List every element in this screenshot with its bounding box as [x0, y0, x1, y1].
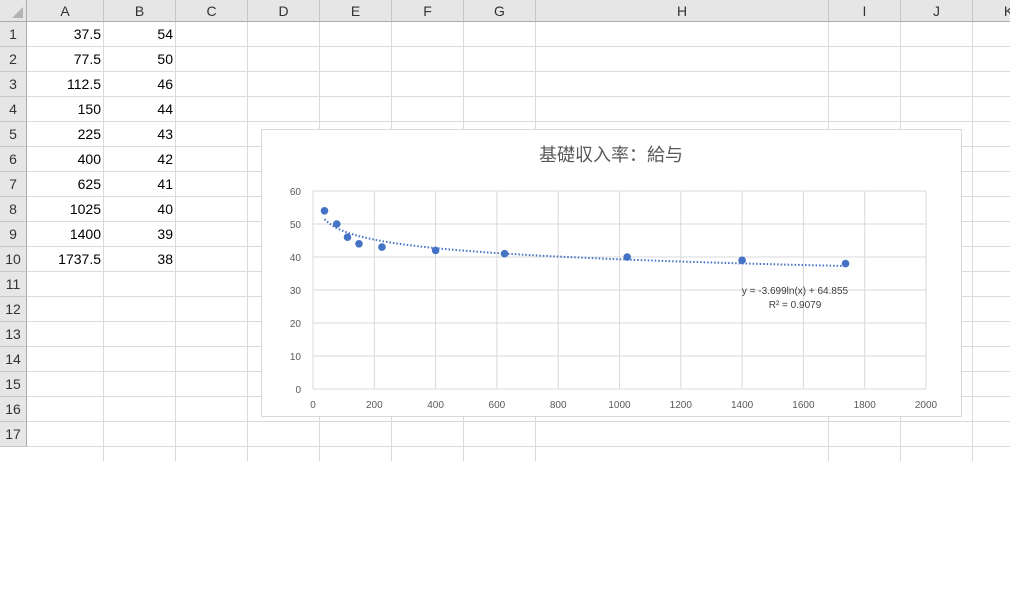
row-header-17[interactable]: 17: [0, 422, 27, 447]
column-header-d[interactable]: D: [248, 0, 320, 22]
y-tick-label: 50: [290, 220, 302, 231]
column-header-i[interactable]: I: [829, 0, 901, 22]
cell-a9[interactable]: 1400: [27, 222, 104, 247]
data-point: [378, 243, 386, 251]
column-header-j[interactable]: J: [901, 0, 973, 22]
row-header-13[interactable]: 13: [0, 322, 27, 347]
y-tick-label: 0: [295, 385, 301, 396]
data-point: [343, 233, 352, 241]
column-header-a[interactable]: A: [27, 0, 104, 22]
select-all-triangle-icon: [12, 7, 23, 18]
row-header-8[interactable]: 8: [0, 197, 27, 222]
row-header-5[interactable]: 5: [0, 122, 27, 147]
y-tick-label: 20: [290, 319, 302, 330]
cell-b3[interactable]: 46: [104, 72, 176, 97]
y-tick-label: 30: [290, 286, 302, 297]
cell-b6[interactable]: 42: [104, 147, 176, 172]
x-tick-label: 1800: [854, 400, 877, 411]
y-tick-label: 60: [290, 187, 302, 198]
data-point: [623, 253, 631, 261]
y-tick-label: 10: [290, 352, 302, 363]
cell-a3[interactable]: 112.5: [27, 72, 104, 97]
data-point: [320, 207, 329, 215]
data-point: [738, 256, 746, 265]
x-tick-label: 1200: [670, 400, 693, 411]
cell-b2[interactable]: 50: [104, 47, 176, 72]
x-tick-label: 2000: [915, 400, 938, 411]
cell-a10[interactable]: 1737.5: [27, 247, 104, 272]
cell-a7[interactable]: 625: [27, 172, 104, 197]
chart-area[interactable]: 基礎収入率：給与 0 10 20 30 40 50 60 0 200 400 600 800 1000 12…: [261, 129, 962, 417]
row-header-14[interactable]: 14: [0, 347, 27, 372]
cell-a6[interactable]: 400: [27, 147, 104, 172]
cell-b9[interactable]: 39: [104, 222, 176, 247]
scatter-chart: 基礎収入率：給与01020304050600 200 400 600 800 1000 12…: [290, 145, 938, 411]
trendline-r-squared: R² = 0.9079: [769, 300, 822, 311]
data-point: [332, 220, 341, 228]
x-tick-label: 0: [310, 400, 316, 411]
cell-b8[interactable]: 40: [104, 197, 176, 222]
column-header-e[interactable]: E: [320, 0, 392, 22]
column-header-c[interactable]: C: [176, 0, 248, 22]
trendline: [323, 218, 846, 267]
cell-a4[interactable]: 150: [27, 97, 104, 122]
select-all-corner[interactable]: [0, 0, 27, 22]
gridline-horizontal: [27, 421, 1010, 422]
row-header-6[interactable]: 6: [0, 147, 27, 172]
trendline-equation: y = -3.699ln(x) + 64.855: [742, 286, 849, 297]
cell-b7[interactable]: 41: [104, 172, 176, 197]
row-header-12[interactable]: 12: [0, 297, 27, 322]
column-header-f[interactable]: F: [392, 0, 464, 22]
cell-a2[interactable]: 77.5: [27, 47, 104, 72]
x-tick-label: 1400: [731, 400, 754, 411]
x-tick-label: 400: [427, 400, 444, 411]
row-header-1[interactable]: 1: [0, 22, 27, 47]
cell-b10[interactable]: 38: [104, 247, 176, 272]
cell-a8[interactable]: 1025: [27, 197, 104, 222]
row-header-7[interactable]: 7: [0, 172, 27, 197]
cell-b5[interactable]: 43: [104, 122, 176, 147]
cell-b4[interactable]: 44: [104, 97, 176, 122]
x-tick-label: 1000: [608, 400, 631, 411]
cell-b1[interactable]: 54: [104, 22, 176, 47]
row-header-9[interactable]: 9: [0, 222, 27, 247]
column-header-g[interactable]: G: [464, 0, 536, 22]
cell-a1[interactable]: 37.5: [27, 22, 104, 47]
row-header-15[interactable]: 15: [0, 372, 27, 397]
cell-a5[interactable]: 225: [27, 122, 104, 147]
x-tick-label: 200: [366, 400, 383, 411]
row-header-3[interactable]: 3: [0, 72, 27, 97]
gridline-horizontal: [27, 446, 1010, 447]
data-point: [500, 249, 509, 258]
column-header-k[interactable]: K: [973, 0, 1010, 22]
y-tick-label: 40: [290, 253, 302, 264]
column-header-h[interactable]: H: [536, 0, 829, 22]
x-tick-label: 800: [550, 400, 567, 411]
chart-title: 基礎収入率：給与: [539, 145, 683, 166]
x-tick-label: 1600: [792, 400, 815, 411]
data-point: [841, 259, 850, 268]
row-header-11[interactable]: 11: [0, 272, 27, 297]
row-header-10[interactable]: 10: [0, 247, 27, 272]
data-point: [355, 240, 363, 248]
x-tick-label: 600: [489, 400, 506, 411]
row-header-4[interactable]: 4: [0, 97, 27, 122]
row-header-2[interactable]: 2: [0, 47, 27, 72]
column-header-b[interactable]: B: [104, 0, 176, 22]
row-header-16[interactable]: 16: [0, 397, 27, 422]
data-point: [431, 246, 440, 255]
